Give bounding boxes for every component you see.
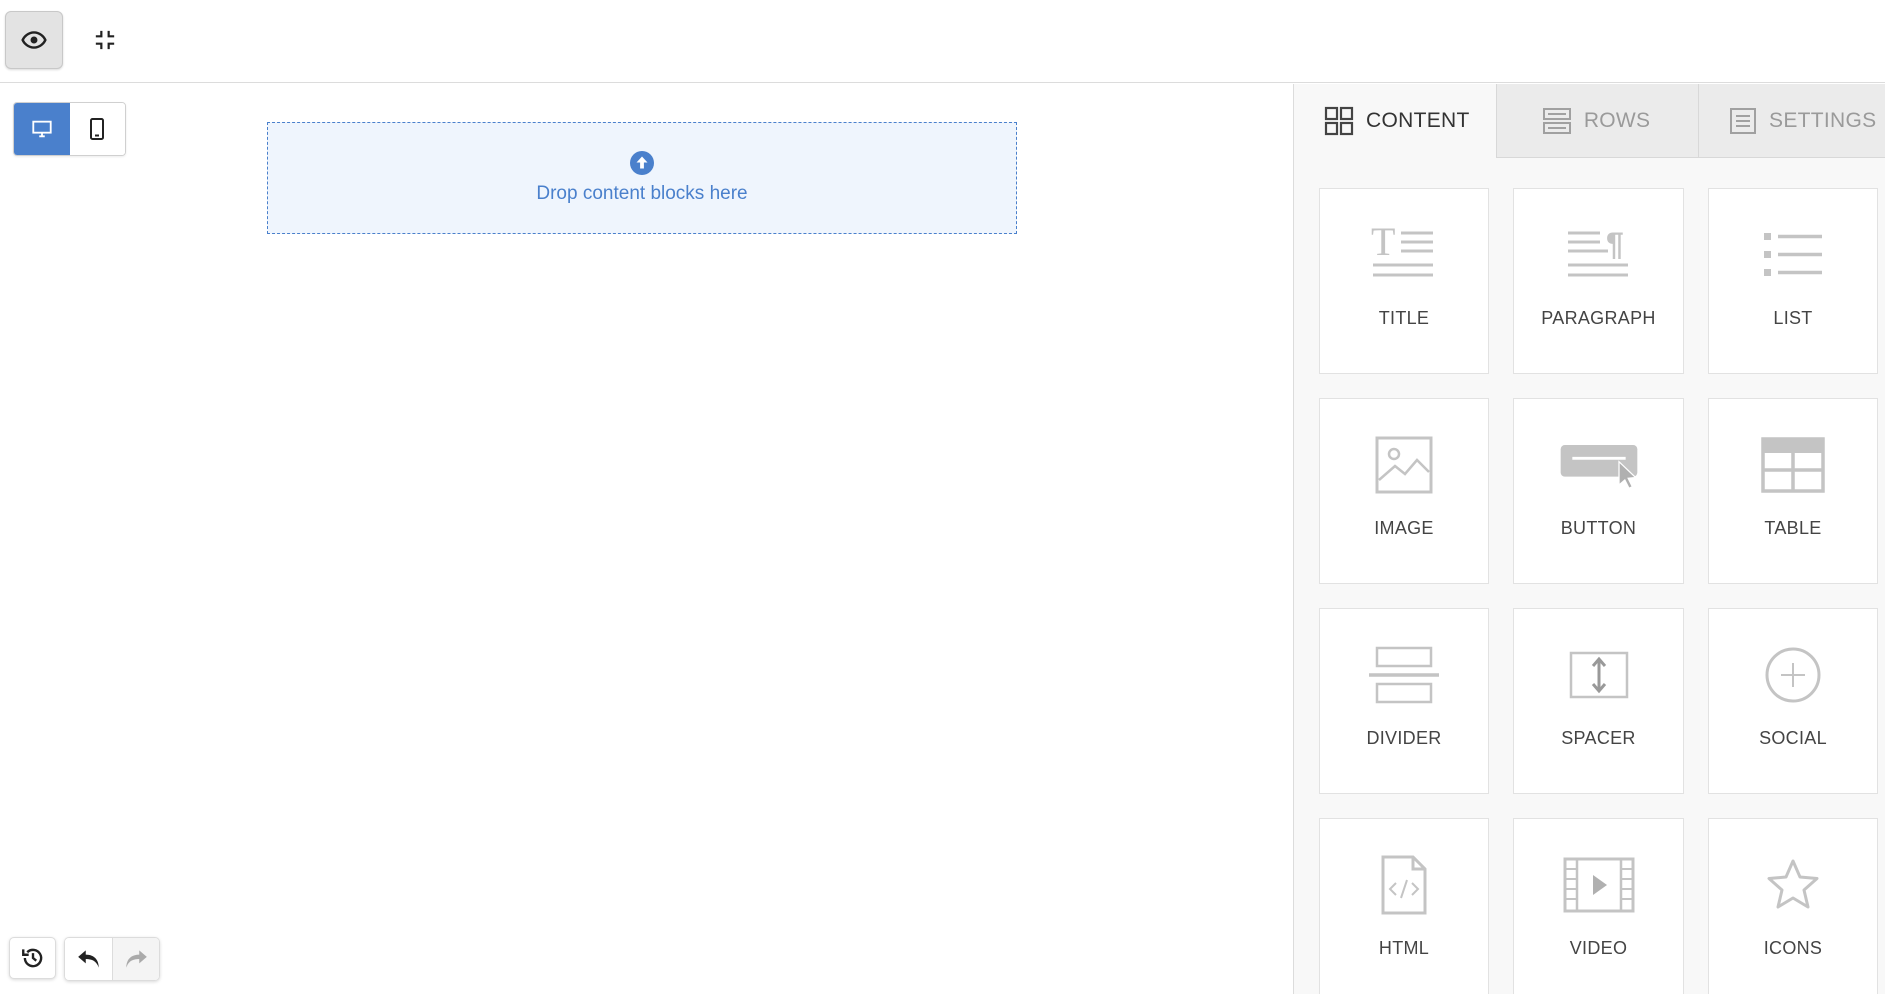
tab-content[interactable]: CONTENT: [1294, 84, 1496, 158]
list-icon: [1764, 233, 1822, 276]
top-toolbar: [0, 0, 1885, 83]
block-spacer[interactable]: SPACER: [1513, 608, 1684, 794]
divider-icon: [1369, 646, 1439, 704]
table-icon: [1761, 437, 1825, 493]
video-icon: [1563, 857, 1634, 913]
block-image[interactable]: IMAGE: [1319, 398, 1489, 584]
tab-settings-label: SETTINGS: [1769, 108, 1877, 132]
block-label: TITLE: [1378, 308, 1430, 328]
blocks-sidebar: CONTENT ROWS SETTINGS T TITLE ¶ PARAGRAP…: [1293, 84, 1885, 994]
eye-icon: [21, 31, 47, 49]
block-label: ICONS: [1763, 938, 1823, 958]
block-label: LIST: [1773, 308, 1813, 328]
mobile-icon: [90, 118, 105, 140]
mobile-view-button[interactable]: [69, 103, 125, 155]
block-label: HTML: [1378, 938, 1430, 958]
rows-icon: [1542, 107, 1571, 134]
block-table[interactable]: TABLE: [1708, 398, 1878, 584]
image-icon: [1375, 436, 1433, 494]
undo-button[interactable]: [65, 938, 112, 980]
redo-button[interactable]: [112, 938, 159, 980]
history-icon: [21, 948, 42, 968]
history-button[interactable]: [9, 937, 56, 979]
settings-list-icon: [1730, 107, 1757, 134]
block-label: SOCIAL: [1759, 728, 1827, 748]
preview-button[interactable]: [5, 11, 63, 69]
block-label: PARAGRAPH: [1541, 308, 1656, 328]
block-label: IMAGE: [1374, 518, 1434, 538]
block-divider[interactable]: DIVIDER: [1319, 608, 1489, 794]
tab-content-label: CONTENT: [1366, 109, 1470, 132]
collapse-button[interactable]: [76, 11, 134, 69]
desktop-icon: [32, 120, 52, 138]
spacer-icon: [1569, 651, 1628, 699]
block-icons[interactable]: ICONS: [1708, 818, 1878, 994]
block-title[interactable]: T TITLE: [1319, 188, 1489, 374]
desktop-view-button[interactable]: [14, 103, 70, 155]
upload-circle-icon: [630, 151, 654, 175]
block-video[interactable]: VIDEO: [1513, 818, 1684, 994]
drop-zone[interactable]: Drop content blocks here: [267, 122, 1017, 234]
history-toolbar: [9, 937, 160, 981]
compress-icon: [95, 30, 115, 50]
button-icon: [1560, 445, 1637, 490]
block-label: DIVIDER: [1366, 728, 1442, 748]
paragraph-icon: ¶: [1567, 226, 1628, 277]
device-toggle: [13, 102, 126, 156]
svg-text:¶: ¶: [1606, 226, 1624, 262]
tab-settings[interactable]: SETTINGS: [1698, 84, 1885, 158]
email-canvas: Drop content blocks here: [0, 84, 1293, 994]
undo-redo-group: [64, 937, 160, 981]
html-icon: [1381, 855, 1427, 915]
title-icon: T: [1371, 225, 1433, 277]
block-paragraph[interactable]: ¶ PARAGRAPH: [1513, 188, 1684, 374]
content-blocks-grid: T TITLE ¶ PARAGRAPH LIST IMAGE BUTTON TA…: [1319, 188, 1878, 994]
block-label: BUTTON: [1560, 518, 1637, 538]
social-icon: [1765, 647, 1821, 703]
redo-icon: [126, 950, 147, 968]
block-html[interactable]: HTML: [1319, 818, 1489, 994]
block-social[interactable]: SOCIAL: [1708, 608, 1878, 794]
tab-rows-label: ROWS: [1583, 108, 1651, 132]
block-label: SPACER: [1561, 728, 1636, 748]
block-button[interactable]: BUTTON: [1513, 398, 1684, 584]
undo-icon: [77, 950, 99, 968]
block-list[interactable]: LIST: [1708, 188, 1878, 374]
drop-zone-label: Drop content blocks here: [536, 183, 748, 204]
sidebar-tabs: CONTENT ROWS SETTINGS: [1294, 84, 1885, 158]
svg-text:T: T: [1371, 225, 1395, 264]
grid-icon: [1324, 106, 1354, 136]
tab-rows[interactable]: ROWS: [1495, 84, 1699, 158]
block-label: TABLE: [1764, 518, 1822, 538]
star-icon: [1767, 859, 1819, 909]
block-label: VIDEO: [1569, 938, 1628, 958]
